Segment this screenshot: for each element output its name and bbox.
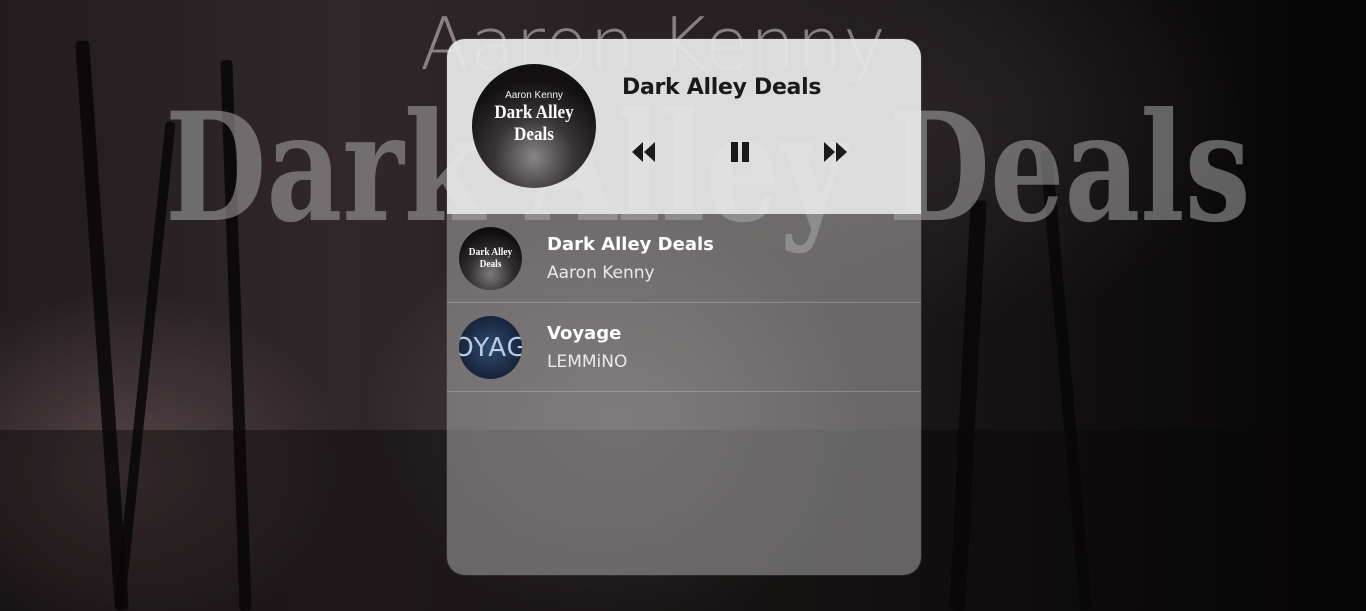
thumbnail-text: OYAG xyxy=(459,333,522,363)
pause-icon xyxy=(731,142,749,162)
now-playing-cover: Aaron Kenny Dark Alley Deals xyxy=(472,64,596,188)
cover-title-text: Dark Alley Deals xyxy=(494,102,574,145)
rewind-icon xyxy=(632,142,655,162)
playlist: Dark Alley Deals Dark Alley Deals Aaron … xyxy=(447,214,921,392)
pause-button[interactable] xyxy=(725,137,755,167)
now-playing-title: Dark Alley Deals xyxy=(622,75,822,100)
track-artist: Aaron Kenny xyxy=(547,263,655,283)
track-title: Voyage xyxy=(547,323,622,344)
playlist-item[interactable]: OYAG Voyage LEMMiNO xyxy=(447,303,921,392)
track-title: Dark Alley Deals xyxy=(547,234,714,255)
next-button[interactable] xyxy=(820,137,850,167)
thumbnail-text: Dark Alley Deals xyxy=(468,246,513,270)
cover-artist-text: Aaron Kenny xyxy=(505,90,563,101)
previous-button[interactable] xyxy=(629,137,659,167)
track-thumbnail: OYAG xyxy=(459,316,522,379)
track-artist: LEMMiNO xyxy=(547,352,628,372)
track-thumbnail: Dark Alley Deals xyxy=(459,227,522,290)
fast-forward-icon xyxy=(824,142,847,162)
playlist-item[interactable]: Dark Alley Deals Dark Alley Deals Aaron … xyxy=(447,214,921,303)
music-player: Aaron Kenny Dark Alley Deals Dark Alley … xyxy=(447,39,921,575)
now-playing-panel: Aaron Kenny Dark Alley Deals Dark Alley … xyxy=(447,39,921,214)
